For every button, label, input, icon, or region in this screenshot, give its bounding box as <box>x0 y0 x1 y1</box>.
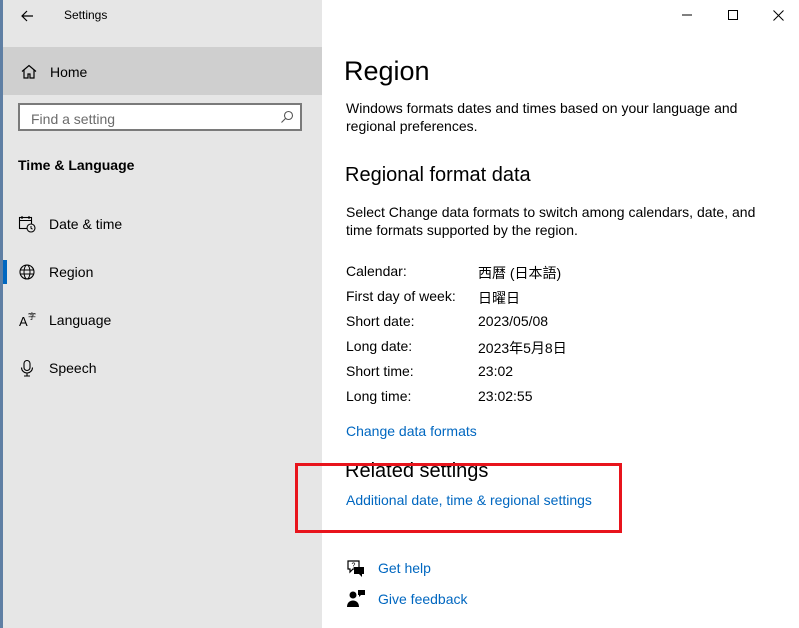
svg-text:?: ? <box>352 563 356 570</box>
sidebar-item-speech[interactable]: Speech <box>3 348 322 388</box>
svg-text:A: A <box>19 314 28 329</box>
regional-format-description: Select Change data formats to switch amo… <box>346 204 756 238</box>
language-icon: A 字 <box>19 311 36 329</box>
maximize-button[interactable] <box>710 0 756 30</box>
home-icon <box>21 64 37 79</box>
format-label: Long time: <box>346 388 412 404</box>
regional-format-heading: Regional format data <box>345 164 531 186</box>
back-arrow-icon <box>21 10 33 22</box>
minimize-icon <box>682 14 692 16</box>
globe-icon <box>19 264 35 280</box>
format-value: 23:02 <box>478 363 514 379</box>
sidebar-item-date-time[interactable]: Date & time <box>3 204 322 244</box>
minimize-button[interactable] <box>664 0 710 30</box>
back-button[interactable] <box>8 2 46 30</box>
format-value: 西暦 (日本語) <box>478 265 562 281</box>
app-title: Settings <box>64 8 108 22</box>
format-label: Short date: <box>346 313 415 329</box>
format-label: Short time: <box>346 363 414 379</box>
sidebar-item-label: Date & time <box>49 216 123 232</box>
format-label: First day of week: <box>346 288 456 304</box>
page-title: Region <box>344 56 430 86</box>
help-chat-icon: ? <box>347 560 364 577</box>
search-icon <box>281 110 294 123</box>
microphone-icon <box>20 359 34 377</box>
sidebar-item-home[interactable]: Home <box>3 47 322 95</box>
sidebar-item-label: Region <box>49 264 94 280</box>
search-input[interactable] <box>29 108 273 130</box>
page-description: Windows formats dates and times based on… <box>346 100 738 134</box>
sidebar-item-language[interactable]: A 字 Language <box>3 300 322 340</box>
get-help-link[interactable]: Get help <box>378 560 431 576</box>
format-value: 23:02:55 <box>478 388 533 404</box>
sidebar-item-label: Home <box>50 64 88 80</box>
format-value: 日曜日 <box>478 290 520 306</box>
svg-text:字: 字 <box>28 311 36 321</box>
sidebar: Settings Home Time & Language Date & tim… <box>0 0 322 628</box>
sidebar-item-label: Speech <box>49 360 97 376</box>
format-value: 2023/05/08 <box>478 313 549 329</box>
sidebar-item-label: Language <box>49 312 112 328</box>
give-feedback-link[interactable]: Give feedback <box>378 591 468 607</box>
close-icon <box>772 9 784 21</box>
section-title: Time & Language <box>18 157 135 173</box>
calendar-clock-icon <box>18 216 36 233</box>
highlight-annotation <box>295 463 622 533</box>
close-button[interactable] <box>755 0 799 30</box>
search-box[interactable] <box>18 103 302 131</box>
format-value: 2023年5月8日 <box>478 340 567 356</box>
maximize-icon <box>728 10 738 20</box>
feedback-person-icon <box>347 590 365 607</box>
change-data-formats-link[interactable]: Change data formats <box>346 423 477 439</box>
sidebar-item-region[interactable]: Region <box>3 252 322 292</box>
format-label: Calendar: <box>346 263 407 279</box>
format-label: Long date: <box>346 338 413 354</box>
